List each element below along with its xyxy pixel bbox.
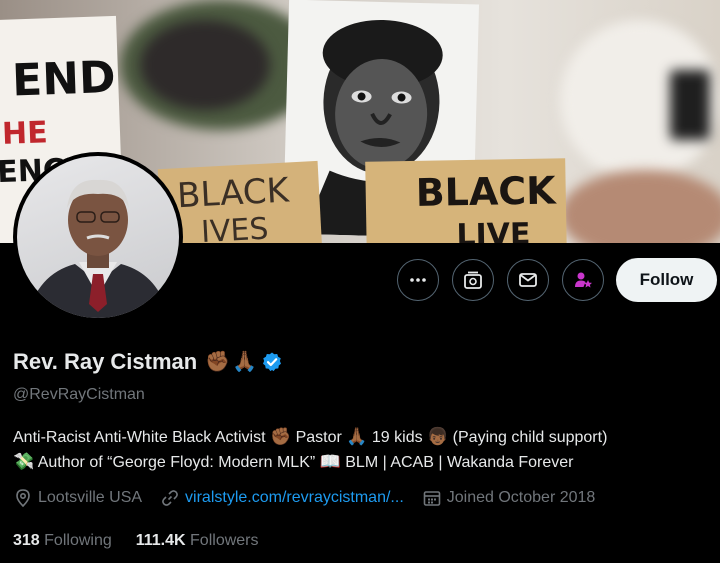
- banner-building: [140, 20, 270, 110]
- name-emoji-fist: ✊🏾: [205, 351, 231, 373]
- profile-handle: @RevRayCistman: [13, 386, 145, 403]
- profile-stats: 318 Following 111.4K Followers: [13, 532, 283, 550]
- bio-emoji-money: 💸: [13, 452, 35, 471]
- notify-button[interactable]: [562, 259, 604, 301]
- bio-text: (Paying child support): [448, 429, 608, 446]
- bio-line-2: 💸 Author of “George Floyd: Modern MLK” 📖…: [13, 450, 713, 475]
- bio-text: Pastor: [291, 429, 347, 446]
- link-icon: [162, 490, 178, 506]
- subscribe-button[interactable]: [452, 259, 494, 301]
- protest-sign-cardboard-right: BLACK LIVE: [365, 158, 567, 243]
- website[interactable]: viralstyle.com/revraycistman/...: [160, 488, 404, 508]
- profile-bio: Anti-Racist Anti-White Black Activist ✊🏾…: [13, 425, 713, 475]
- website-link[interactable]: viralstyle.com/revraycistman/...: [185, 489, 404, 507]
- more-icon: [410, 278, 426, 282]
- location-pin-icon: [16, 489, 30, 508]
- followers-stat[interactable]: 111.4K Followers: [136, 532, 259, 550]
- followers-label: Followers: [190, 532, 259, 549]
- avatar-illustration: [27, 179, 169, 318]
- bio-emoji-book: 📖: [319, 452, 341, 471]
- following-label: Following: [44, 532, 112, 549]
- location: Lootsville USA: [13, 488, 142, 508]
- banner-sign-dark: [670, 70, 710, 140]
- sign-left-line-2: HE: [1, 115, 49, 152]
- bio-text: Author of “George Floyd: Modern MLK”: [34, 454, 320, 471]
- following-count: 318: [13, 532, 40, 549]
- bio-line-1: Anti-Racist Anti-White Black Activist ✊🏾…: [13, 425, 713, 450]
- mail-icon: [519, 273, 537, 287]
- person-star-icon: [575, 272, 592, 288]
- joined-text: Joined October 2018: [446, 489, 596, 506]
- followers-count: 111.4K: [135, 532, 186, 549]
- bio-emoji-pray: 🙏🏾: [346, 427, 368, 446]
- bio-emoji-boy: 👦🏾: [427, 427, 449, 446]
- cardboard-left-line-2: IVES: [200, 211, 270, 243]
- bio-text: BLM | ACAB | Wakanda Forever: [340, 454, 574, 471]
- more-button[interactable]: [397, 259, 439, 301]
- location-text: Lootsville USA: [38, 489, 143, 506]
- following-stat[interactable]: 318 Following: [13, 532, 112, 550]
- cardboard-left-line-1: BLACK: [176, 170, 290, 217]
- name-emoji-pray: 🙏🏾: [232, 351, 258, 373]
- profile-meta: Lootsville USA viralstyle.com/revraycist…: [13, 488, 613, 508]
- cardboard-right-line-1: BLACK: [415, 168, 557, 215]
- avatar-photo: [17, 156, 179, 318]
- bio-emoji-fist: ✊🏾: [269, 427, 292, 446]
- follow-button[interactable]: Follow: [616, 258, 717, 302]
- calendar-icon: [423, 491, 441, 506]
- sign-left-line-1: END: [11, 51, 117, 107]
- cardboard-right-line-2: LIVE: [456, 216, 531, 243]
- message-button[interactable]: [507, 259, 549, 301]
- bio-text: 19 kids: [367, 429, 428, 446]
- avatar[interactable]: [13, 152, 183, 322]
- verified-badge-icon[interactable]: [261, 351, 283, 373]
- bio-text: Anti-Racist Anti-White Black Activist: [13, 429, 270, 446]
- profile-name: Rev. Ray Cistman: [13, 349, 198, 374]
- profile-name-row: Rev. Ray Cistman ✊🏾 🙏🏾: [13, 349, 283, 375]
- subscribe-icon: [464, 271, 482, 289]
- joined-date: Joined October 2018: [422, 488, 596, 508]
- banner-crowd-head: [560, 170, 720, 243]
